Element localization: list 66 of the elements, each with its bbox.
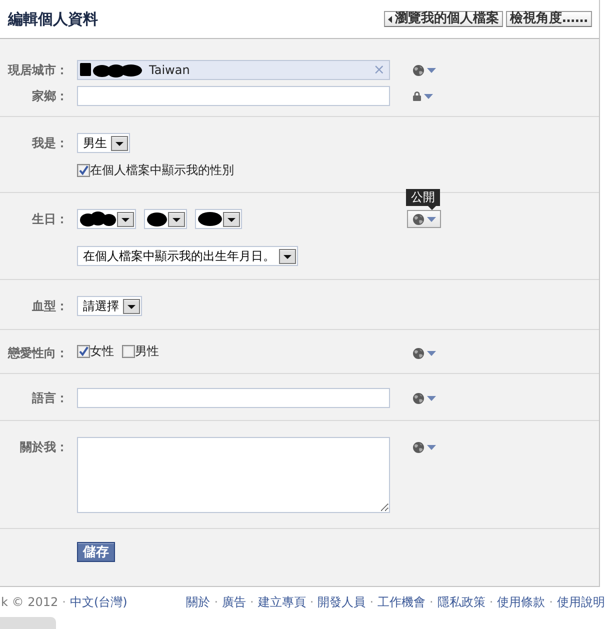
globe-icon [413,64,424,76]
copyright-text: k © 2012 [1,595,58,609]
field-label: 我是： [30,135,68,152]
separator: · [213,595,220,609]
header-button[interactable]: 檢視角度…… [506,11,592,27]
header-button[interactable]: 瀏覽我的個人檔案 [384,11,503,27]
globe-icon [413,348,424,358]
field-label: 語言： [30,390,68,407]
footer-link[interactable]: 建立專頁 [258,594,306,610]
text-field[interactable] [77,86,390,106]
caret-icon [123,298,140,314]
field-label: 現居城市： [6,62,68,79]
left-triangle-icon [388,16,392,22]
save-button[interactable]: 儲存 [77,542,115,562]
footer-link[interactable]: 廣告 [222,594,246,610]
caret-icon [427,68,436,72]
caret-icon [427,444,436,450]
caret-icon [427,216,436,222]
privacy-button[interactable] [407,210,441,228]
separator: · [368,595,375,609]
page-title: 編輯個人資料 [8,10,98,28]
separator: · [428,595,434,609]
footer-link[interactable]: 開發人員 [318,594,366,610]
field-label: 關於我： [19,439,68,456]
footer-link[interactable]: 使用說明 [557,594,605,610]
caret-icon [117,212,134,226]
dropdown[interactable]: 請選擇 [77,296,142,316]
footer-link[interactable]: 關於 [186,594,210,610]
separator: · [548,595,554,609]
checkbox-label: 男性 [135,343,159,360]
tooltip: 公開 [406,189,440,210]
checkbox-label: 在個人檔案中顯示我的性別 [90,162,234,179]
dropdown[interactable] [144,209,187,229]
globe-icon [413,442,424,452]
separator: · [61,595,67,609]
footer-link[interactable]: 使用條款 [497,594,546,610]
field-label: 戀愛性向： [6,345,68,362]
footer-link[interactable]: 工作機會 [378,594,426,610]
caret-icon [427,396,436,400]
token-field[interactable]: Taiwan × [77,60,390,80]
field-label: 血型： [31,298,68,315]
footer-link[interactable]: 隱私政策 [437,594,486,610]
dropdown[interactable]: 在個人檔案中顯示我的出生年月日。 [77,246,298,266]
footer-link[interactable]: 中文(台灣) [70,594,128,610]
checkbox[interactable] [77,164,90,177]
field-label: 家鄉： [31,88,68,105]
field-label: 生日： [30,211,68,228]
caret-icon [279,248,296,264]
text-field[interactable] [77,388,390,408]
separator: · [488,595,494,609]
checkbox-label: 女性 [90,343,114,360]
caret-icon [424,94,433,98]
caret-icon [168,212,185,226]
dropdown[interactable] [77,209,136,229]
globe-icon [413,214,424,224]
caret-icon [427,350,436,356]
dropdown[interactable]: 男生 [77,133,130,153]
separator: · [249,595,255,609]
globe-icon [413,392,424,404]
checkbox[interactable] [122,345,135,358]
checkbox[interactable] [77,345,90,358]
caret-icon [223,212,240,226]
lock-icon [413,91,421,101]
caret-icon [111,136,128,150]
separator: · [308,595,315,609]
dropdown[interactable] [195,209,242,229]
